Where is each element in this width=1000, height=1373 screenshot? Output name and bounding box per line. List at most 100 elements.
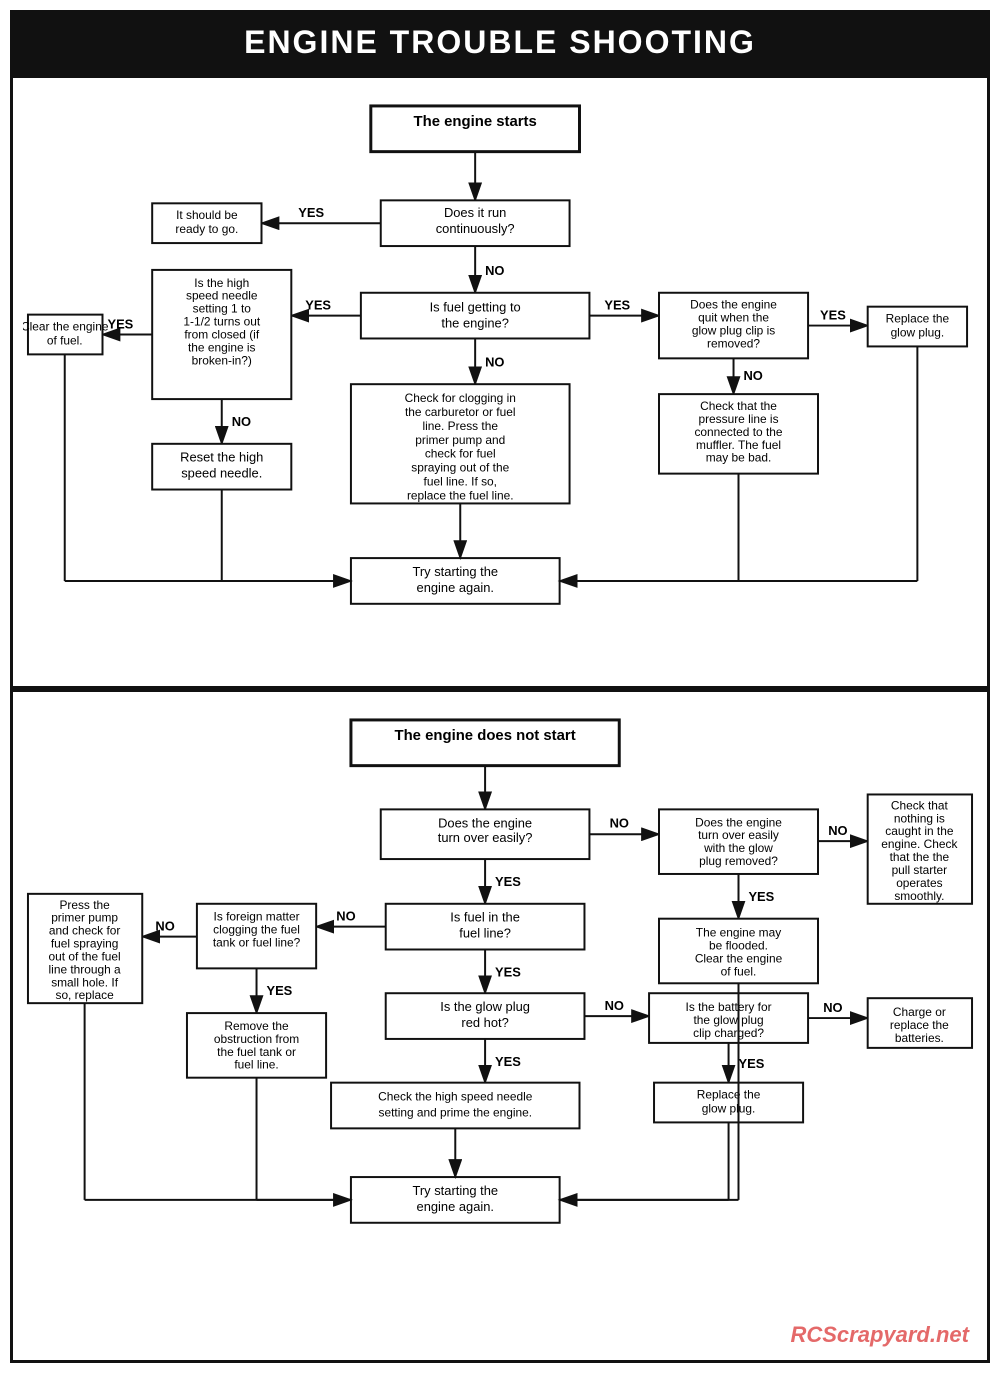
svg-text:Does the engine: Does the engine <box>438 816 532 831</box>
svg-text:fuel line.: fuel line. <box>234 1058 278 1072</box>
svg-text:Replace the: Replace the <box>886 312 950 326</box>
svg-text:clip charged?: clip charged? <box>693 1026 764 1040</box>
svg-text:Clear the engine: Clear the engine <box>23 320 109 334</box>
svg-text:glow plug.: glow plug. <box>891 325 945 339</box>
svg-text:It should be: It should be <box>176 208 238 222</box>
flowchart-starts: The engine starts Does it run continuous… <box>23 96 977 672</box>
svg-text:nothing is: nothing is <box>894 812 945 826</box>
svg-text:setting 1 to: setting 1 to <box>193 302 252 316</box>
svg-text:glow plug clip is: glow plug clip is <box>692 324 775 338</box>
svg-text:NO: NO <box>828 824 847 839</box>
svg-text:YES: YES <box>266 984 292 999</box>
svg-text:line through a: line through a <box>49 963 122 977</box>
svg-text:Does the engine: Does the engine <box>695 816 782 830</box>
svg-text:Clear the engine: Clear the engine <box>695 952 783 966</box>
svg-text:Is fuel getting to: Is fuel getting to <box>430 300 521 315</box>
svg-text:YES: YES <box>739 1056 765 1071</box>
svg-text:engine again.: engine again. <box>417 1199 495 1214</box>
svg-text:fuel line. If so,: fuel line. If so, <box>424 475 497 489</box>
svg-text:may be bad.: may be bad. <box>706 451 772 465</box>
svg-text:Press the: Press the <box>59 898 110 912</box>
svg-text:The engine does not start: The engine does not start <box>394 728 575 744</box>
svg-text:NO: NO <box>743 368 762 383</box>
svg-text:operates: operates <box>896 876 942 890</box>
svg-text:The engine starts: The engine starts <box>414 114 537 130</box>
svg-text:Check for clogging in: Check for clogging in <box>405 391 516 405</box>
svg-text:turn over easily: turn over easily <box>698 829 779 843</box>
svg-text:Does it run: Does it run <box>444 205 506 220</box>
svg-text:smoothly.: smoothly. <box>894 889 944 903</box>
svg-text:Replace the: Replace the <box>697 1088 761 1102</box>
svg-text:Is the battery for: Is the battery for <box>686 1000 772 1014</box>
page-title: ENGINE TROUBLE SHOOTING <box>10 10 990 75</box>
svg-text:The engine may: The engine may <box>696 926 781 940</box>
svg-text:continuously?: continuously? <box>436 221 515 236</box>
svg-text:replace the fuel line.: replace the fuel line. <box>407 488 514 502</box>
svg-text:of fuel.: of fuel. <box>721 965 757 979</box>
svg-text:Charge or: Charge or <box>893 1005 946 1019</box>
svg-text:speed needle: speed needle <box>186 289 258 303</box>
svg-text:plug removed?: plug removed? <box>699 854 778 868</box>
svg-text:NO: NO <box>336 909 355 924</box>
svg-text:turn over easily?: turn over easily? <box>438 831 533 846</box>
svg-text:caught in the: caught in the <box>885 825 954 839</box>
svg-text:Check that the: Check that the <box>700 399 777 413</box>
svg-text:out of the fuel: out of the fuel <box>49 950 121 964</box>
svg-text:replace the: replace the <box>890 1018 949 1032</box>
svg-text:Remove the: Remove the <box>224 1019 289 1033</box>
svg-text:from closed (if: from closed (if <box>184 327 259 341</box>
watermark: RCScrapyard.net <box>790 1322 969 1348</box>
svg-text:NO: NO <box>485 354 504 369</box>
svg-text:YES: YES <box>820 308 846 323</box>
svg-text:Check that: Check that <box>891 799 949 813</box>
svg-text:NO: NO <box>155 919 174 934</box>
svg-text:Is the glow plug: Is the glow plug <box>440 999 530 1014</box>
svg-text:fuel spraying: fuel spraying <box>51 937 119 951</box>
svg-text:Check the high speed needle: Check the high speed needle <box>378 1090 533 1104</box>
svg-text:YES: YES <box>748 889 774 904</box>
svg-text:primer pump: primer pump <box>51 911 118 925</box>
svg-text:Try starting the: Try starting the <box>412 1183 498 1198</box>
svg-text:of fuel.: of fuel. <box>47 333 83 347</box>
svg-text:YES: YES <box>107 317 133 332</box>
svg-text:Reset the high: Reset the high <box>180 450 263 465</box>
svg-text:NO: NO <box>605 998 624 1013</box>
flowchart-no-start: The engine does not start Does the engin… <box>23 710 977 1346</box>
svg-text:the engine?: the engine? <box>441 316 508 331</box>
svg-text:with the glow: with the glow <box>703 841 773 855</box>
svg-text:NO: NO <box>232 414 251 429</box>
section-engine-starts: The engine starts Does it run continuous… <box>10 75 990 689</box>
svg-text:YES: YES <box>495 965 521 980</box>
svg-text:the engine is: the engine is <box>188 340 256 354</box>
svg-text:tank or fuel line?: tank or fuel line? <box>213 936 301 950</box>
svg-text:speed needle.: speed needle. <box>181 466 262 481</box>
svg-text:YES: YES <box>495 1054 521 1069</box>
svg-text:engine again.: engine again. <box>417 580 495 595</box>
svg-text:engine. Check: engine. Check <box>881 838 957 852</box>
svg-text:primer pump and: primer pump and <box>415 433 505 447</box>
svg-text:the fuel tank or: the fuel tank or <box>217 1045 296 1059</box>
svg-text:Is fuel in the: Is fuel in the <box>450 910 520 925</box>
svg-text:setting and prime the engine.: setting and prime the engine. <box>379 1106 533 1120</box>
svg-text:clogging the fuel: clogging the fuel <box>213 923 300 937</box>
svg-text:spraying out of the: spraying out of the <box>411 461 509 475</box>
svg-text:pressure line is: pressure line is <box>698 412 778 426</box>
svg-text:YES: YES <box>305 298 331 313</box>
svg-text:NO: NO <box>610 816 629 831</box>
svg-text:YES: YES <box>298 205 324 220</box>
svg-text:Is foreign matter: Is foreign matter <box>214 910 300 924</box>
svg-text:small hole. If: small hole. If <box>51 976 119 990</box>
svg-text:connected to the: connected to the <box>694 425 782 439</box>
svg-text:that the the: that the the <box>890 850 950 864</box>
svg-text:batteries.: batteries. <box>895 1031 944 1045</box>
svg-text:the glow plug: the glow plug <box>693 1013 763 1027</box>
section-engine-no-start: The engine does not start Does the engin… <box>10 689 990 1363</box>
svg-text:quit when the: quit when the <box>698 311 769 325</box>
svg-text:red hot?: red hot? <box>461 1015 508 1030</box>
svg-text:obstruction from: obstruction from <box>214 1032 299 1046</box>
svg-text:YES: YES <box>495 874 521 889</box>
svg-text:muffler. The fuel: muffler. The fuel <box>696 438 781 452</box>
svg-text:YES: YES <box>604 298 630 313</box>
svg-text:be flooded.: be flooded. <box>709 939 768 953</box>
svg-text:and check for: and check for <box>49 924 121 938</box>
